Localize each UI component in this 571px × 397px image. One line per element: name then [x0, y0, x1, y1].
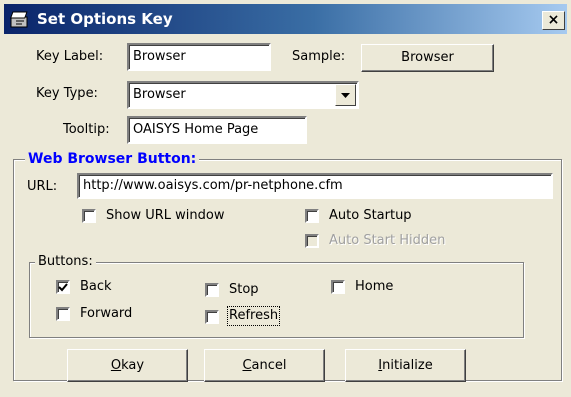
okay-accel: O: [110, 358, 122, 373]
refresh-checkbox[interactable]: [205, 310, 219, 324]
sample-button[interactable]: Browser: [361, 44, 494, 72]
initialize-rest: nitialize: [382, 358, 433, 373]
dropdown-arrow-icon[interactable]: [335, 84, 356, 106]
url-label: URL:: [27, 179, 58, 194]
refresh-label: Refresh: [226, 306, 281, 326]
auto-start-hidden-label: Auto Start Hidden: [329, 233, 446, 248]
stop-checkbox[interactable]: [205, 283, 219, 297]
home-label: Home: [355, 279, 394, 294]
keyboard-key-icon: [10, 9, 30, 29]
buttons-group-title: Buttons:: [35, 254, 96, 270]
stop-label: Stop: [229, 282, 259, 297]
key-label-input[interactable]: Browser: [127, 43, 271, 71]
back-checkbox[interactable]: [56, 280, 70, 294]
key-type-value: Browser: [133, 87, 186, 102]
home-checkbox[interactable]: [331, 280, 345, 294]
tooltip-label: Tooltip:: [63, 122, 110, 137]
cancel-button[interactable]: Cancel: [204, 349, 325, 382]
auto-startup-label: Auto Startup: [329, 208, 412, 223]
key-label-label: Key Label:: [36, 49, 104, 64]
show-url-window-label: Show URL window: [106, 208, 225, 223]
forward-label: Forward: [80, 306, 133, 321]
tooltip-input[interactable]: OAISYS Home Page: [127, 116, 307, 144]
title-bar[interactable]: Set Options Key ×: [4, 4, 567, 34]
buttons-group: [29, 262, 524, 338]
cancel-accel: C: [242, 358, 252, 373]
initialize-button[interactable]: Initialize: [345, 349, 466, 382]
checkmark-icon: [58, 283, 68, 292]
cancel-rest: ancel: [251, 358, 287, 373]
auto-start-hidden-checkbox[interactable]: [305, 234, 319, 248]
close-icon[interactable]: ×: [542, 11, 565, 30]
key-type-label: Key Type:: [36, 86, 98, 101]
web-browser-group-title: Web Browser Button:: [25, 151, 200, 167]
okay-rest: kay: [121, 358, 145, 373]
show-url-window-checkbox[interactable]: [82, 209, 96, 223]
url-input[interactable]: http://www.oaisys.com/pr-netphone.cfm: [77, 173, 553, 199]
window-title: Set Options Key: [37, 10, 173, 28]
key-type-select[interactable]: Browser: [127, 81, 359, 109]
set-options-key-dialog: Set Options Key × Key Label: Browser Sam…: [0, 0, 571, 397]
forward-checkbox[interactable]: [56, 307, 70, 321]
sample-label: Sample:: [292, 49, 346, 64]
okay-button[interactable]: Okay: [67, 349, 188, 382]
auto-startup-checkbox[interactable]: [305, 209, 319, 223]
back-label: Back: [80, 279, 112, 294]
